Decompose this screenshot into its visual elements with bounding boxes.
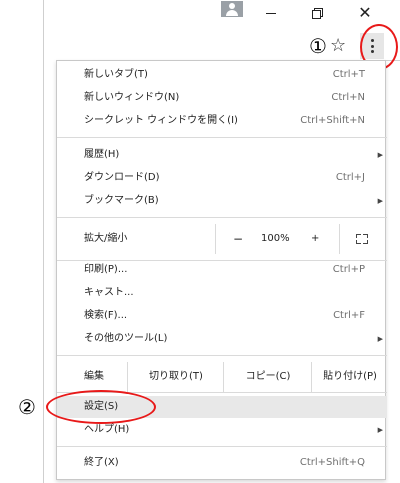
annotation-number-1: ① bbox=[309, 34, 327, 58]
edit-row: 編集 切り取り(T) コピー(C) 貼り付け(P) bbox=[57, 362, 387, 392]
menu-item-new-window[interactable]: 新しいウィンドウ(N) Ctrl+N bbox=[57, 87, 387, 109]
menu-item-exit[interactable]: 終了(X) Ctrl+Shift+Q bbox=[57, 452, 387, 474]
menu-item-history[interactable]: 履歴(H) ▶ bbox=[57, 144, 387, 166]
minimize-button[interactable] bbox=[256, 0, 286, 24]
annotation-circle-settings bbox=[46, 390, 156, 424]
menu-item-incognito[interactable]: シークレット ウィンドウを開く(I) Ctrl+Shift+N bbox=[57, 110, 387, 132]
menu-item-new-tab[interactable]: 新しいタブ(T) Ctrl+T bbox=[57, 64, 387, 86]
zoom-out-button[interactable]: − bbox=[233, 224, 243, 254]
bookmark-star-icon[interactable]: ☆ bbox=[330, 36, 346, 56]
copy-button[interactable]: コピー(C) bbox=[223, 362, 312, 392]
menu-item-more-tools[interactable]: その他のツール(L) ▶ bbox=[57, 328, 387, 350]
toolbar bbox=[44, 32, 400, 61]
submenu-arrow-icon: ▶ bbox=[377, 426, 383, 434]
zoom-label: 拡大/縮小 bbox=[84, 233, 128, 244]
close-icon: ✕ bbox=[358, 2, 372, 22]
edit-label: 編集 bbox=[84, 371, 104, 382]
paste-button[interactable]: 貼り付け(P) bbox=[311, 362, 388, 392]
restore-button[interactable] bbox=[302, 0, 332, 24]
menu-item-cast[interactable]: キャスト... bbox=[57, 282, 387, 304]
submenu-arrow-icon: ▶ bbox=[377, 335, 383, 343]
menu-item-downloads[interactable]: ダウンロード(D) Ctrl+J bbox=[57, 167, 387, 189]
menu-divider bbox=[57, 217, 387, 218]
zoom-in-button[interactable]: + bbox=[311, 224, 319, 254]
annotation-number-2: ② bbox=[18, 395, 36, 419]
fullscreen-icon[interactable] bbox=[356, 234, 368, 244]
zoom-row: 拡大/縮小 − 100% + bbox=[57, 224, 387, 254]
cut-button[interactable]: 切り取り(T) bbox=[127, 362, 224, 392]
minimize-icon bbox=[266, 12, 276, 14]
menu-divider bbox=[57, 137, 387, 138]
menu-item-find[interactable]: 検索(F)... Ctrl+F bbox=[57, 305, 387, 327]
zoom-level: 100% bbox=[261, 233, 290, 244]
profile-icon[interactable] bbox=[221, 1, 243, 17]
menu-divider bbox=[57, 446, 387, 447]
menu-divider bbox=[57, 355, 387, 356]
menu-item-bookmarks[interactable]: ブックマーク(B) ▶ bbox=[57, 190, 387, 212]
menu-item-print[interactable]: 印刷(P)... Ctrl+P bbox=[57, 259, 387, 281]
submenu-arrow-icon: ▶ bbox=[377, 197, 383, 205]
close-button[interactable]: ✕ bbox=[350, 0, 380, 24]
submenu-arrow-icon: ▶ bbox=[377, 151, 383, 159]
